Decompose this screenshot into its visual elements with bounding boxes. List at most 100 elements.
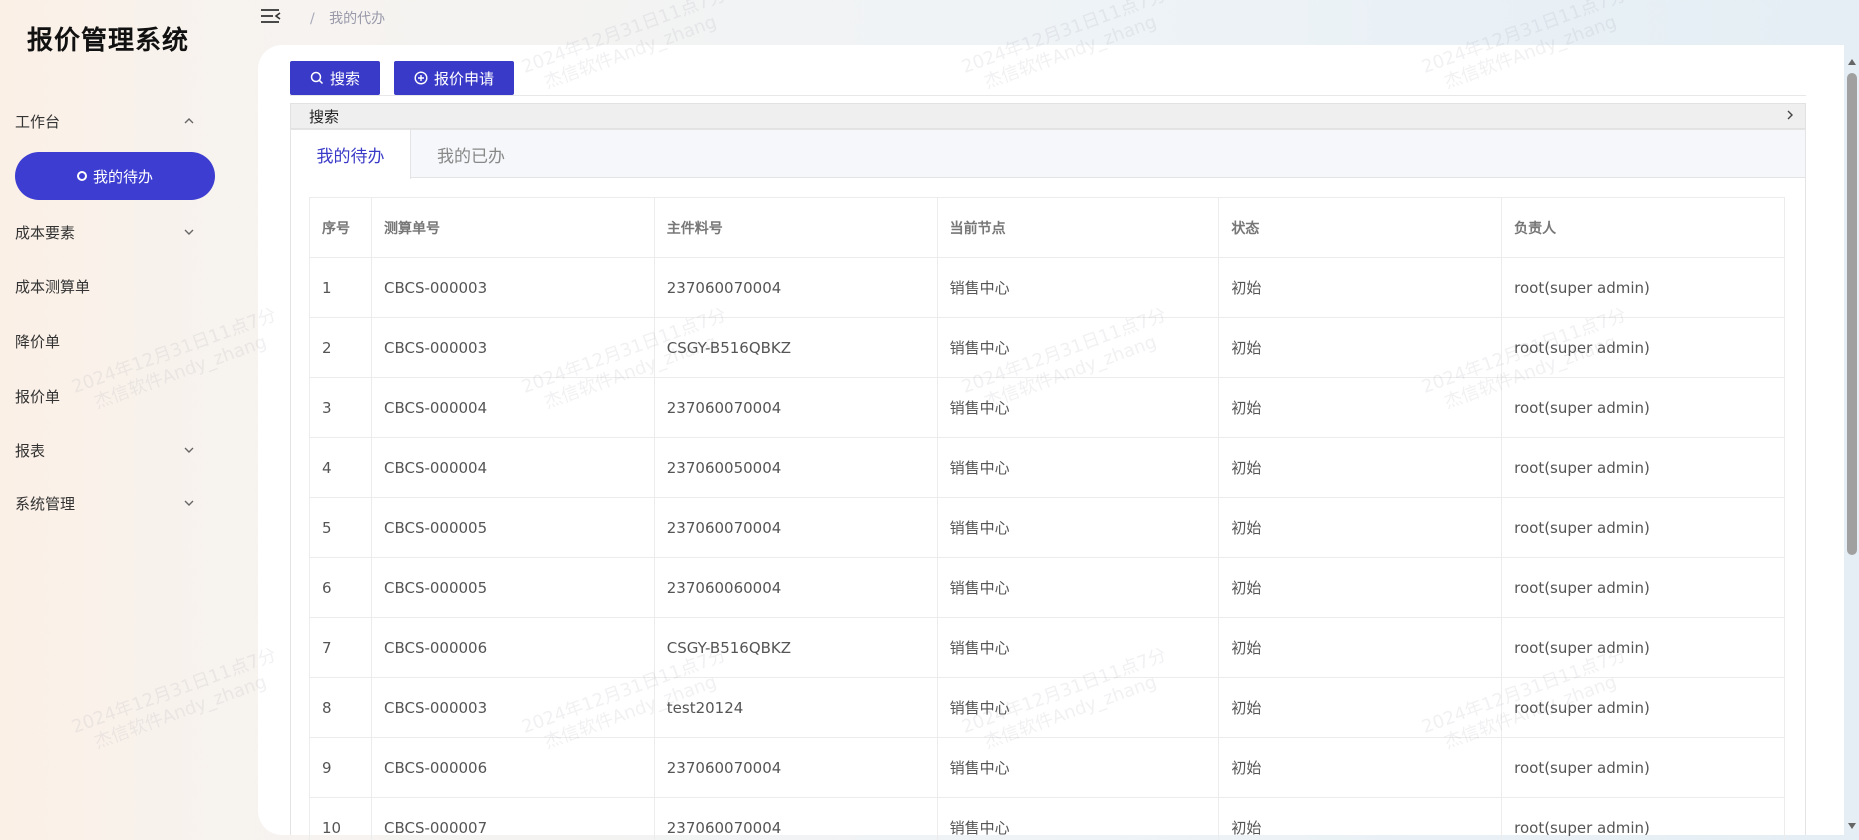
main-panel: 搜索 报价申请 搜索 我的待办 我的已办 序号 测算单号 主件料号 当前节点 状…: [258, 45, 1844, 840]
search-button[interactable]: 搜索: [290, 61, 380, 95]
cell-part-no: 237060070004: [653, 257, 938, 318]
cell-status: 初始: [1218, 797, 1503, 840]
sidebar-item-cost-elements[interactable]: 成本要素: [15, 217, 195, 247]
cell-current-node: 销售中心: [936, 617, 1220, 678]
cell-status: 初始: [1218, 497, 1503, 558]
table-row[interactable]: 10 CBCS-000007 237060070004 销售中心 初始 root(supe…: [309, 797, 1785, 840]
column-header-index: 序号: [309, 197, 372, 258]
column-header-status: 状态: [1218, 197, 1503, 258]
plus-circle-icon: [414, 71, 428, 85]
cell-owner: root(super admin): [1501, 437, 1785, 498]
sidebar-item-label: 系统管理: [15, 494, 76, 513]
cell-estimate-no: CBCS-000005: [370, 557, 655, 618]
table-row[interactable]: 2 CBCS-000003 CSGY-B516QBKZ 销售中心 初始 root(supe…: [309, 317, 1785, 378]
cell-owner: root(super admin): [1501, 797, 1785, 840]
cell-status: 初始: [1218, 737, 1503, 798]
tab-my-done[interactable]: 我的已办: [411, 130, 531, 178]
table-row[interactable]: 5 CBCS-000005 237060070004 销售中心 初始 root(super…: [309, 497, 1785, 558]
page-scrollbar[interactable]: [1845, 45, 1859, 835]
cell-index: 7: [309, 617, 372, 678]
sidebar-item-label: 降价单: [15, 332, 61, 351]
cell-index: 10: [309, 797, 372, 840]
cell-estimate-no: CBCS-000003: [370, 317, 655, 378]
cell-owner: root(super admin): [1501, 317, 1785, 378]
cell-owner: root(super admin): [1501, 737, 1785, 798]
cell-owner: root(super admin): [1501, 257, 1785, 318]
cell-index: 4: [309, 437, 372, 498]
cell-part-no: CSGY-B516QBKZ: [653, 317, 938, 378]
cell-part-no: 237060060004: [653, 557, 938, 618]
cell-current-node: 销售中心: [936, 497, 1220, 558]
tab-my-todo[interactable]: 我的待办: [291, 130, 411, 179]
cell-estimate-no: CBCS-000007: [370, 797, 655, 840]
chevron-up-icon: [183, 115, 195, 127]
table-row[interactable]: 1 CBCS-000003 237060070004 销售中心 初始 root(super…: [309, 257, 1785, 318]
chevron-down-icon: [183, 444, 195, 456]
scrollbar-thumb[interactable]: [1847, 73, 1857, 555]
collapse-menu-icon[interactable]: [260, 7, 282, 27]
cell-status: 初始: [1218, 557, 1503, 618]
circle-icon: [76, 171, 87, 181]
cell-current-node: 销售中心: [936, 437, 1220, 498]
scroll-up-arrow-icon[interactable]: [1847, 53, 1857, 65]
sidebar-item-label: 我的待办: [92, 167, 153, 186]
cell-estimate-no: CBCS-000006: [370, 737, 655, 798]
cell-index: 2: [309, 317, 372, 378]
cell-current-node: 销售中心: [936, 677, 1220, 738]
cell-index: 6: [309, 557, 372, 618]
cell-owner: root(super admin): [1501, 677, 1785, 738]
breadcrumb-separator: /: [310, 11, 315, 27]
column-header-current-node: 当前节点: [936, 197, 1220, 258]
sidebar-item-workbench[interactable]: 工作台: [15, 106, 195, 136]
sidebar-item-my-todo[interactable]: 我的待办: [15, 152, 215, 200]
table-row[interactable]: 8 CBCS-000003 test20124 销售中心 初始 root(super ad…: [309, 677, 1785, 738]
sidebar-item-reports[interactable]: 报表: [15, 435, 195, 465]
cell-current-node: 销售中心: [936, 257, 1220, 318]
cell-part-no: 237060070004: [653, 737, 938, 798]
table-row[interactable]: 3 CBCS-000004 237060070004 销售中心 初始 root(super…: [309, 377, 1785, 438]
cell-owner: root(super admin): [1501, 497, 1785, 558]
cell-index: 9: [309, 737, 372, 798]
sidebar-item-cost-estimate[interactable]: 成本测算单: [15, 271, 195, 301]
column-header-estimate-no: 测算单号: [370, 197, 655, 258]
search-icon: [310, 71, 324, 85]
cell-part-no: 237060070004: [653, 377, 938, 438]
cell-current-node: 销售中心: [936, 317, 1220, 378]
cell-owner: root(super admin): [1501, 557, 1785, 618]
app-title: 报价管理系统: [27, 26, 190, 56]
column-header-owner: 负责人: [1501, 197, 1785, 258]
cell-estimate-no: CBCS-000006: [370, 617, 655, 678]
sidebar-item-quotation[interactable]: 报价单: [15, 381, 195, 411]
sidebar-item-label: 工作台: [15, 112, 61, 131]
cell-status: 初始: [1218, 257, 1503, 318]
cell-estimate-no: CBCS-000004: [370, 437, 655, 498]
quote-apply-button[interactable]: 报价申请: [394, 61, 514, 95]
cell-index: 1: [309, 257, 372, 318]
cell-estimate-no: CBCS-000004: [370, 377, 655, 438]
scroll-down-arrow-icon[interactable]: [1847, 817, 1857, 829]
cell-index: 8: [309, 677, 372, 738]
cell-part-no: 237060050004: [653, 437, 938, 498]
search-panel-toggle[interactable]: 搜索: [290, 103, 1806, 129]
cell-status: 初始: [1218, 377, 1503, 438]
cell-part-no: 237060070004: [653, 797, 938, 840]
table-header-row: 序号 测算单号 主件料号 当前节点 状态 负责人: [309, 197, 1785, 258]
search-panel-label: 搜索: [309, 107, 340, 126]
cell-current-node: 销售中心: [936, 377, 1220, 438]
sidebar: 报价管理系统 工作台 我的待办 成本要素 成本测算单 降价单 报价单 报表 系统…: [0, 0, 232, 840]
column-header-part-no: 主件料号: [653, 197, 938, 258]
table-row[interactable]: 4 CBCS-000004 237060050004 销售中心 初始 root(super…: [309, 437, 1785, 498]
breadcrumb-current: 我的代办: [329, 11, 386, 27]
search-button-label: 搜索: [329, 69, 360, 88]
todo-table: 序号 测算单号 主件料号 当前节点 状态 负责人 1 CBCS-000003 237…: [309, 197, 1785, 840]
table-row[interactable]: 7 CBCS-000006 CSGY-B516QBKZ 销售中心 初始 root(supe…: [309, 617, 1785, 678]
tabs-header: 我的待办 我的已办: [291, 130, 1805, 179]
cell-estimate-no: CBCS-000005: [370, 497, 655, 558]
sidebar-item-price-reduction[interactable]: 降价单: [15, 326, 195, 356]
sidebar-item-system[interactable]: 系统管理: [15, 488, 195, 518]
table-row[interactable]: 9 CBCS-000006 237060070004 销售中心 初始 root(super…: [309, 737, 1785, 798]
tabs-container: 我的待办 我的已办 序号 测算单号 主件料号 当前节点 状态 负责人 1 CBCS…: [290, 129, 1806, 840]
cell-owner: root(super admin): [1501, 377, 1785, 438]
toolbar-divider: [290, 95, 1806, 96]
table-row[interactable]: 6 CBCS-000005 237060060004 销售中心 初始 root(super…: [309, 557, 1785, 618]
